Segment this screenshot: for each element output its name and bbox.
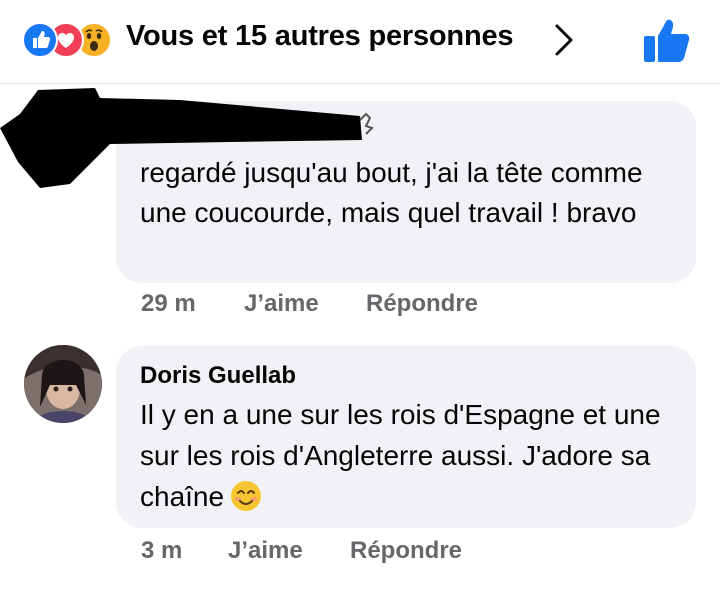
chevron-right-icon[interactable] [552, 22, 576, 58]
smiling-face-icon [231, 481, 262, 511]
reply-link[interactable]: Répondre [366, 290, 478, 318]
reaction-icons[interactable] [22, 22, 122, 58]
comment-bubble: Doris Guellab Il y en a une sur les rois… [116, 346, 696, 528]
comment-time: 3 m [141, 537, 183, 564]
reply-link[interactable]: Répondre [350, 537, 462, 565]
like-link[interactable]: J’aime [228, 537, 303, 565]
thumbs-up-icon[interactable] [642, 16, 692, 64]
reactions-header: Vous et 15 autres personnes [0, 0, 720, 84]
like-icon [22, 22, 58, 58]
reactions-summary[interactable]: Vous et 15 autres personnes [126, 20, 514, 53]
comment-text: Il y en a une sur les rois d'Espagne et … [140, 399, 661, 512]
avatar[interactable] [24, 345, 102, 423]
redacted-author [0, 88, 374, 188]
comment-author[interactable]: Doris Guellab [140, 362, 296, 390]
comment-time: 29 m [141, 290, 196, 317]
like-link[interactable]: J’aime [244, 290, 319, 318]
comment-text-wrap: Il y en a une sur les rois d'Espagne et … [140, 394, 680, 517]
